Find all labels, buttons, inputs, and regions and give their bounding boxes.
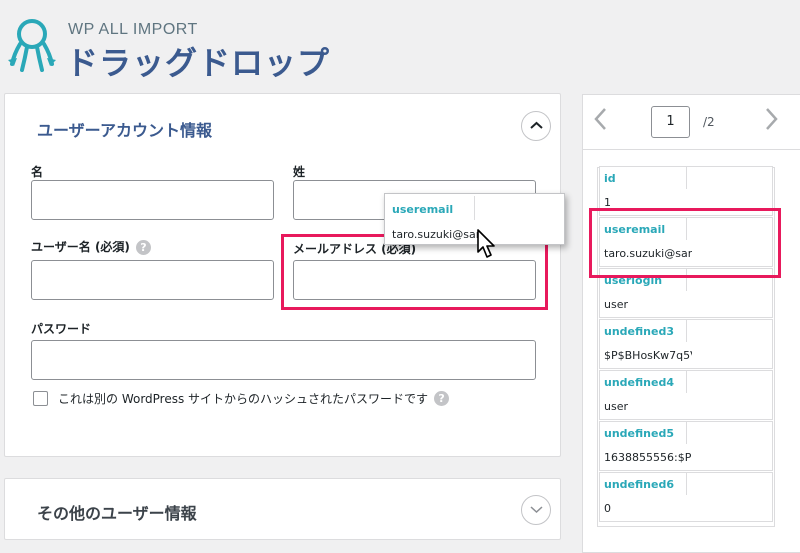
brand-title: ドラッグドロップ: [66, 44, 331, 82]
divider: [583, 149, 800, 150]
first-name-input[interactable]: [31, 180, 274, 220]
panel-title: ユーザーアカウント情報: [37, 121, 213, 140]
record-item-undefined6[interactable]: undefined6 0: [599, 472, 773, 522]
hash-password-option: これは別の WordPress サイトからのハッシュされたパスワードです?: [33, 390, 450, 407]
record-item-undefined5[interactable]: undefined5 1638855556:$P$: [599, 421, 773, 471]
password-input[interactable]: [31, 340, 536, 380]
help-icon[interactable]: ?: [135, 240, 151, 255]
expand-toggle-button[interactable]: [521, 495, 551, 525]
record-item-undefined4[interactable]: undefined4 user: [599, 370, 773, 420]
password-label: パスワード: [31, 322, 92, 336]
last-name-label: 姓: [293, 165, 306, 179]
chevron-right-icon[interactable]: [765, 107, 779, 131]
page-total: /2: [703, 115, 715, 129]
username-input[interactable]: [31, 260, 274, 300]
first-name-label: 名: [31, 165, 44, 179]
page-number-input[interactable]: 1: [651, 106, 690, 138]
username-label: ユーザー名 (必須)?: [31, 238, 151, 255]
hash-password-checkbox[interactable]: [33, 391, 48, 406]
move-cursor-icon: [477, 229, 495, 258]
panel-title: その他のユーザー情報: [37, 504, 197, 523]
hash-password-label: これは別の WordPress サイトからのハッシュされたパスワードです: [58, 392, 429, 406]
dragged-record-item[interactable]: useremail taro.suzuki@sam: [384, 193, 565, 245]
help-icon[interactable]: ?: [434, 391, 450, 406]
email-drop-highlight: [281, 234, 548, 310]
chevron-up-icon: [530, 121, 543, 129]
octopus-logo-icon: [8, 19, 56, 72]
collapse-toggle-button[interactable]: [521, 111, 551, 141]
other-user-info-panel[interactable]: その他のユーザー情報: [4, 478, 561, 540]
record-item-undefined3[interactable]: undefined3 $P$BHosKw7q5V: [599, 319, 773, 369]
chevron-left-icon[interactable]: [593, 107, 607, 131]
brand-subtitle: WP ALL IMPORT: [68, 21, 198, 38]
source-record-highlight: [589, 208, 781, 278]
chevron-down-icon: [530, 506, 543, 514]
